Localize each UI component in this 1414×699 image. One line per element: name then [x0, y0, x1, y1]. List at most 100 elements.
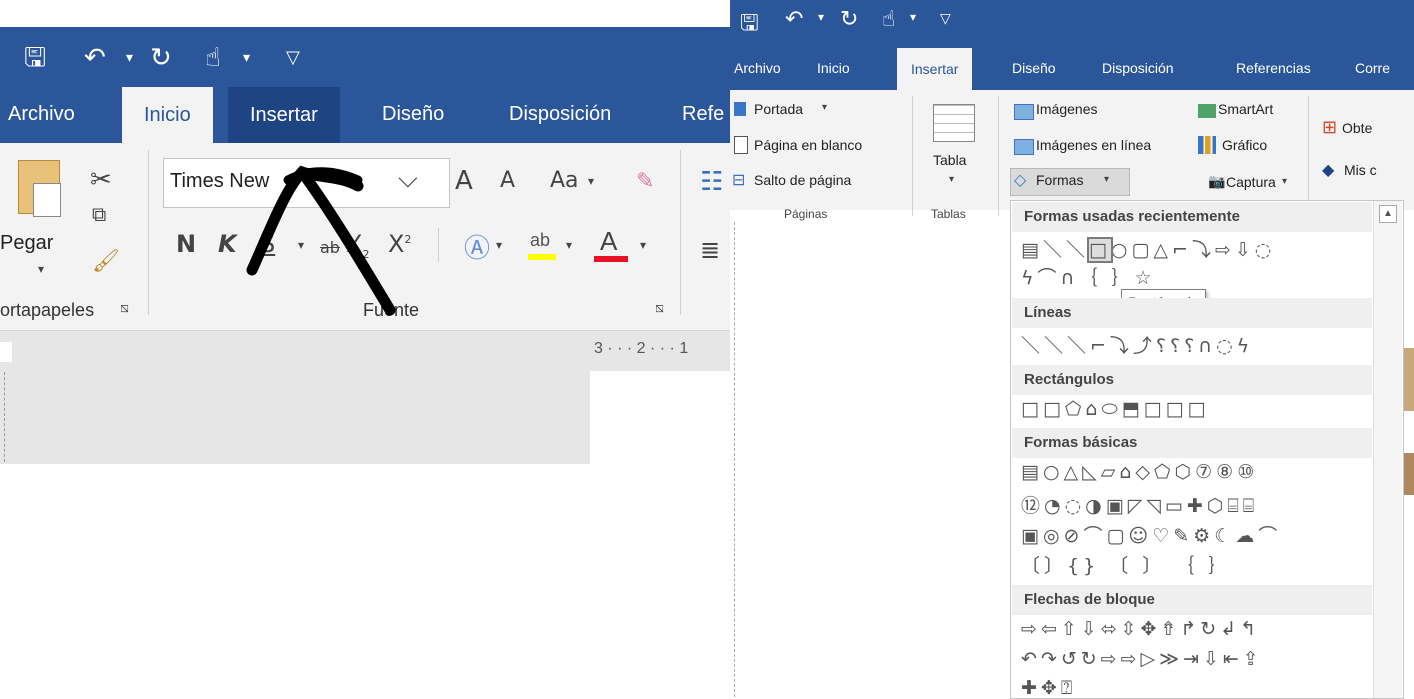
eraser-icon[interactable]: ✎ — [636, 168, 654, 194]
tab-inicio[interactable]: Inicio — [122, 87, 213, 143]
chevron-down-icon[interactable]: ▾ — [640, 238, 646, 252]
tab-diseno[interactable]: Diseño — [382, 103, 444, 126]
redo-icon[interactable]: ↻ — [840, 6, 858, 32]
shape-row[interactable]: ⑫◔◌◑▣◸◹▭✚⬡⌸⌸ — [1021, 491, 1258, 518]
table-icon[interactable] — [933, 104, 975, 142]
shape-row[interactable]: □□⬠⌂⬭⬒□□□ — [1021, 398, 1210, 420]
save-icon[interactable]: 🖫 — [740, 6, 759, 44]
shape-row[interactable]: ＼＼＼⌐⤵⤴⸮⸮⸮∩◌ϟ — [1021, 331, 1253, 358]
grow-font-button[interactable]: A — [455, 166, 473, 196]
italic-button[interactable]: K — [218, 230, 237, 258]
dialog-launcher-icon[interactable]: ⧅ — [655, 300, 664, 316]
shape-row[interactable]: ϟ⌒∩｛ ｝☆ — [1021, 263, 1156, 290]
redo-icon[interactable]: ↻ — [150, 44, 172, 70]
cover-page-button[interactable]: Portada — [754, 101, 803, 117]
dialog-launcher-icon[interactable]: ⧅ — [120, 300, 129, 316]
copy-icon[interactable]: ⧉ — [92, 202, 106, 226]
tab-insertar[interactable]: Insertar — [228, 87, 340, 143]
tab-disposicion[interactable]: Disposición — [509, 103, 611, 126]
shape-row[interactable]: ▤＼＼□○▢△⌐⤵⇨⇩◌ — [1021, 235, 1275, 263]
tab-archivo[interactable]: Archivo — [734, 60, 781, 76]
tab-insertar[interactable]: Insertar — [897, 48, 973, 90]
pictures-button[interactable]: Imágenes — [1036, 101, 1097, 117]
bullets-icon[interactable]: ☷ — [700, 166, 723, 197]
chart-button[interactable]: Gráfico — [1222, 137, 1267, 153]
blank-page-button[interactable]: Página en blanco — [754, 137, 862, 153]
bold-button[interactable]: N — [176, 230, 196, 258]
rectangle-shape[interactable]: □ — [1086, 237, 1113, 263]
smartart-icon — [1198, 104, 1216, 118]
right-word-window: 🖫 ↶ ▾ ↻ ☝ ▾ ▽ Archivo Inicio Insertar Di… — [730, 0, 1414, 699]
change-case-button[interactable]: Aa — [550, 168, 579, 193]
divider — [438, 228, 439, 262]
scroll-up-arrow[interactable]: ▲ — [1379, 205, 1397, 223]
online-pictures-icon — [1014, 139, 1034, 155]
text-effects-icon[interactable]: Ⓐ — [464, 228, 490, 265]
font-color-icon[interactable]: A — [594, 226, 628, 262]
page-break-icon: ⊟ — [732, 170, 746, 189]
tab-correspondencia[interactable]: Corre — [1355, 60, 1390, 76]
section-lines: Líneas — [1012, 298, 1372, 328]
shape-row[interactable]: ⇨⇦⇧⇩⬄⇳✥⇮↱↻↲↰ — [1021, 618, 1260, 640]
tab-referencias[interactable]: Refe — [682, 103, 724, 126]
page-break-button[interactable]: Salto de página — [754, 172, 851, 188]
tab-disposicion[interactable]: Disposición — [1102, 60, 1174, 76]
undo-icon[interactable]: ↶ — [785, 6, 803, 32]
chevron-down-icon[interactable]: ▾ — [126, 44, 133, 70]
my-addins-button[interactable]: Mis c — [1344, 162, 1377, 178]
group-divider — [1308, 96, 1309, 216]
shape-row[interactable]: 〔〕{} 〔 〕 ｛ ｝ — [1021, 551, 1231, 578]
chevron-down-icon[interactable]: ▾ — [949, 174, 954, 185]
shape-row[interactable]: ▣◎⊘⌒▢☺♡✎⚙☾☁⌒ — [1021, 521, 1281, 548]
section-rectangles: Rectángulos — [1012, 365, 1372, 395]
shapes-button[interactable]: Formas — [1036, 172, 1083, 188]
chevron-down-icon[interactable]: ▾ — [1104, 174, 1109, 185]
shapes-gallery-panel: Formas usadas recientemente ▤＼＼□○▢△⌐⤵⇨⇩◌… — [1010, 200, 1404, 699]
tab-diseno[interactable]: Diseño — [1012, 60, 1056, 76]
cover-page-icon — [734, 102, 746, 116]
quick-access-toolbar — [0, 27, 730, 87]
undo-icon[interactable]: ↶ — [84, 44, 106, 70]
tab-referencias[interactable]: Referencias — [1236, 60, 1311, 76]
panel-scrollbar[interactable]: ▲ — [1373, 201, 1402, 698]
cut-icon[interactable]: ✂ — [90, 165, 112, 195]
chevron-down-icon[interactable]: ▾ — [496, 238, 502, 252]
customize-icon[interactable]: ▽ — [286, 44, 300, 70]
chevron-down-icon[interactable]: ▾ — [910, 10, 916, 24]
title-and-tabs — [730, 0, 1414, 90]
chevron-down-icon[interactable]: ▾ — [588, 174, 594, 188]
shape-row[interactable]: ▤○△◺▱⌂◇⬠⬡⑦⑧⑩ — [1021, 461, 1258, 483]
ruler-corner — [0, 342, 12, 362]
screenshot-icon: 📷 — [1208, 174, 1226, 190]
tab-inicio[interactable]: Inicio — [817, 60, 850, 76]
chevron-down-icon[interactable]: ▾ — [822, 102, 827, 113]
align-left-icon[interactable]: ≣ — [700, 236, 720, 264]
paste-icon[interactable] — [18, 160, 61, 217]
online-pictures-button[interactable]: Imágenes en línea — [1036, 137, 1151, 153]
get-addins-button[interactable]: Obte — [1342, 120, 1372, 136]
touch-mode-icon[interactable]: ☝ — [882, 6, 895, 32]
chevron-down-icon[interactable]: ▾ — [1282, 176, 1287, 187]
shrink-font-button[interactable]: A — [500, 168, 515, 193]
document-area[interactable] — [0, 331, 590, 464]
group-divider — [148, 150, 149, 315]
table-button[interactable]: Tabla — [933, 152, 966, 168]
clipboard-group-label: ortapapeles — [0, 300, 95, 320]
chevron-down-icon[interactable]: ▾ — [38, 262, 44, 276]
customize-icon[interactable]: ▽ — [940, 10, 951, 27]
tab-archivo[interactable]: Archivo — [8, 103, 75, 126]
save-icon[interactable]: 🖫 — [24, 44, 46, 70]
shape-row[interactable]: ✚✥⍰ — [1021, 677, 1076, 699]
smartart-button[interactable]: SmartArt — [1218, 101, 1273, 117]
chevron-down-icon[interactable]: ▾ — [566, 238, 572, 252]
highlight-icon[interactable]: ab — [528, 230, 556, 260]
pages-group-label: Páginas — [784, 207, 828, 221]
blank-page-icon — [734, 136, 748, 154]
chevron-down-icon[interactable]: ▾ — [818, 10, 824, 24]
shape-row[interactable]: ↶↷↺↻⇨⇨▷≫⇥⇩⇤⇪ — [1021, 648, 1263, 670]
chevron-down-icon[interactable]: ▾ — [243, 44, 250, 70]
screenshot-button[interactable]: Captura — [1226, 174, 1276, 190]
paste-button[interactable]: Pegar — [0, 232, 53, 255]
touch-mode-icon[interactable]: ☝ — [205, 44, 221, 70]
format-painter-icon[interactable]: 🖌 — [92, 248, 120, 274]
